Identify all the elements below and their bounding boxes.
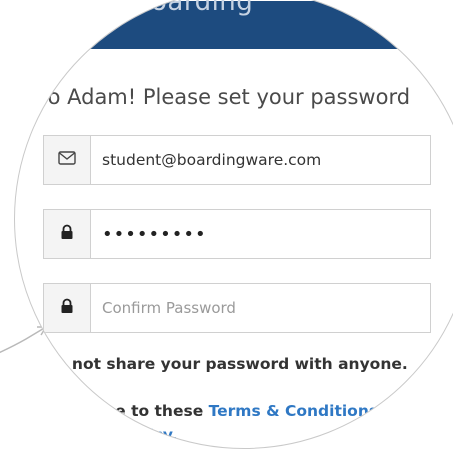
envelope-icon (58, 150, 76, 170)
email-field[interactable]: student@boardingware.com (43, 135, 431, 185)
privacy-text: Policy. (121, 426, 177, 444)
terms-suffix: an (378, 402, 405, 420)
privacy-policy-link[interactable]: Policy. (121, 426, 177, 444)
password-field[interactable]: ••••••••• (43, 209, 431, 259)
confirm-password-field[interactable]: Confirm Password (43, 283, 431, 333)
terms-prefix: ree to these (97, 402, 209, 420)
screenshot-stage: oarding ello Adam! Please set your passw… (0, 0, 453, 455)
header-title: oarding (151, 0, 254, 17)
email-addon (44, 136, 91, 184)
magnifier-circle: oarding ello Adam! Please set your passw… (14, 0, 453, 449)
lock-icon (60, 224, 74, 245)
password-value[interactable]: ••••••••• (91, 210, 430, 258)
terms-link[interactable]: Terms & Conditions (209, 402, 378, 420)
password-addon (44, 210, 91, 258)
greeting-text: ello Adam! Please set your password (23, 85, 411, 109)
lock-icon (60, 298, 74, 319)
confirm-addon (44, 284, 91, 332)
email-value[interactable]: student@boardingware.com (91, 136, 430, 184)
share-warning: Do not share your password with anyone. (43, 355, 408, 373)
confirm-password-placeholder[interactable]: Confirm Password (91, 284, 430, 332)
zoomed-content: oarding ello Adam! Please set your passw… (15, 0, 453, 448)
terms-text: ree to these Terms & Conditions an (97, 402, 405, 420)
header-band: oarding (15, 0, 453, 49)
